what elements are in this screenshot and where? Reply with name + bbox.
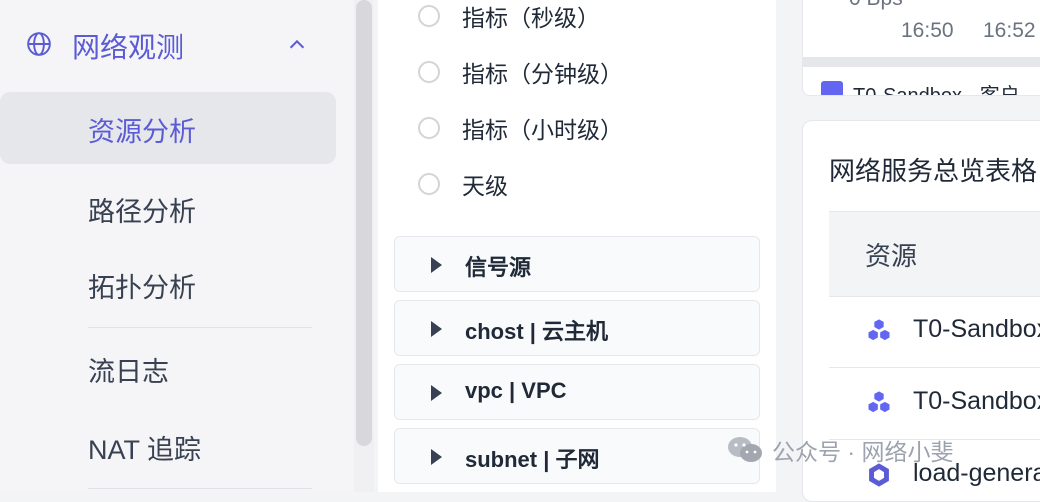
caret-right-icon <box>431 449 442 465</box>
radio-label: 指标（秒级） <box>462 5 600 31</box>
table-title: 网络服务总览表格 <box>829 156 1038 186</box>
sidebar-divider <box>88 488 312 489</box>
nav-group-network-observation[interactable]: 网络观测 <box>0 14 340 74</box>
radio-label: 天级 <box>462 173 508 199</box>
sidebar-item-resource-analysis[interactable]: 资源分析 <box>0 92 336 164</box>
sidebar-scrollbar-thumb[interactable] <box>356 0 372 446</box>
chart-scroll-band[interactable] <box>803 57 1040 67</box>
globe-icon <box>27 32 51 56</box>
wechat-icon <box>728 437 762 462</box>
filter-accordion-signal-source[interactable]: 信号源 <box>394 236 760 292</box>
sidebar-item-label: 拓扑分析 <box>88 273 196 303</box>
radio-button[interactable] <box>418 5 440 27</box>
resource-name[interactable]: T0-Sandbox <box>913 387 1040 416</box>
sidebar-item-label: 资源分析 <box>88 117 196 147</box>
filter-accordion-subnet[interactable]: subnet | 子网 <box>394 428 760 484</box>
sidebar-item-path-analysis[interactable]: 路径分析 <box>0 172 336 244</box>
sidebar-item-nat-trace[interactable]: NAT 追踪 <box>0 410 336 482</box>
column-header-resource[interactable]: 资源 <box>865 236 917 273</box>
accordion-label: 信号源 <box>465 255 532 280</box>
radio-button[interactable] <box>418 61 440 83</box>
radio-label: 指标（分钟级） <box>462 61 623 87</box>
legend-swatch <box>821 81 843 95</box>
sidebar-item-flow-log[interactable]: 流日志 <box>0 332 336 404</box>
sidebar-item-topology-analysis[interactable]: 拓扑分析 <box>0 250 336 322</box>
x-axis-tick: 16:50 <box>901 19 954 42</box>
table-row[interactable]: T0-Sandbox <box>829 295 1040 368</box>
radio-button[interactable] <box>418 117 440 139</box>
cubes-icon <box>868 391 890 413</box>
radio-granularity-day[interactable]: 天级 <box>418 166 508 202</box>
watermark-text: 公众号 · 网络小斐 <box>772 439 954 465</box>
radio-granularity-hour[interactable]: 指标（小时级） <box>418 110 623 146</box>
radio-granularity-second[interactable]: 指标（秒级） <box>418 0 600 34</box>
sidebar-item-label: 流日志 <box>88 357 169 387</box>
traffic-chart-card: 0 Bps 16:50 16:52 T0-Sandbox - 客户 <box>802 0 1040 96</box>
radio-granularity-minute[interactable]: 指标（分钟级） <box>418 54 623 90</box>
resource-name[interactable]: T0-Sandbox <box>913 315 1040 344</box>
wechat-watermark: 公众号 · 网络小斐 <box>726 430 953 470</box>
accordion-label: chost | 云主机 <box>465 319 609 344</box>
caret-right-icon <box>431 257 442 273</box>
filter-accordion-vpc[interactable]: vpc | VPC <box>394 364 760 420</box>
caret-right-icon <box>431 321 442 337</box>
cubes-icon <box>868 319 890 341</box>
caret-right-icon <box>431 385 442 401</box>
table-header: 资源 <box>829 211 1040 297</box>
sidebar-item-label: NAT 追踪 <box>88 435 202 465</box>
legend-label[interactable]: T0-Sandbox - 客户 <box>853 79 1020 95</box>
chevron-up-icon[interactable] <box>286 34 308 56</box>
sidebar-divider <box>88 327 312 328</box>
filter-accordion-chost[interactable]: chost | 云主机 <box>394 300 760 356</box>
y-axis-tick: 0 Bps <box>849 0 903 11</box>
radio-button[interactable] <box>418 173 440 195</box>
x-axis-tick: 16:52 <box>983 19 1036 42</box>
radio-label: 指标（小时级） <box>462 117 623 143</box>
sidebar: 网络观测 资源分析 路径分析 拓扑分析 流日志 NAT 追踪 <box>0 0 356 492</box>
nav-group-label: 网络观测 <box>72 32 185 63</box>
accordion-label: subnet | 子网 <box>465 447 600 472</box>
accordion-label: vpc | VPC <box>465 378 567 403</box>
sidebar-item-label: 路径分析 <box>88 197 196 227</box>
